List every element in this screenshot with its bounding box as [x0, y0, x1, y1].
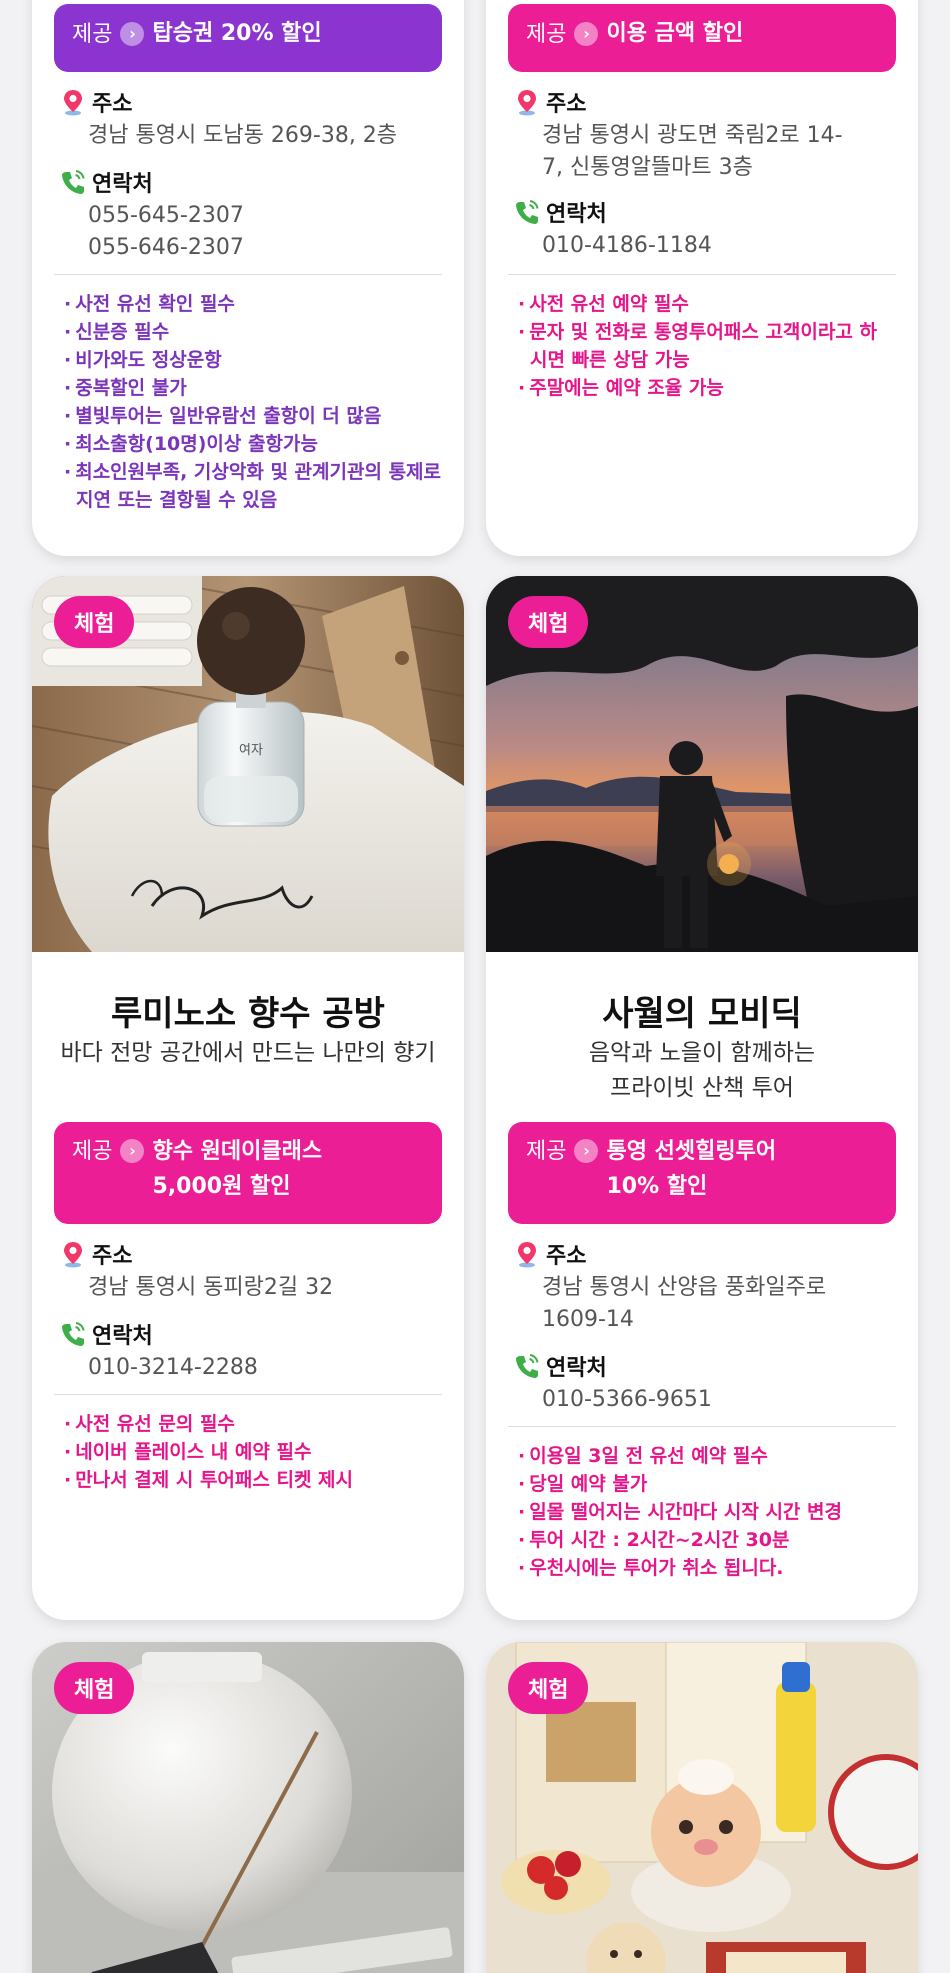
contact-value-1[interactable]: 010-4186-1184	[542, 230, 712, 262]
location-pin-icon	[60, 1240, 86, 1268]
contact-value-1[interactable]: 010-3214-2288	[88, 1352, 258, 1384]
partner-card-cruise[interactable]: 제공 › 탑승권 20% 할인 주소 경남 통영시 도남동 269-38, 2층 연…	[32, 0, 464, 556]
chevron-right-icon: ›	[120, 1139, 145, 1163]
note-item: 비가와도 정상운항	[62, 346, 442, 374]
chevron-right-icon: ›	[574, 22, 599, 46]
offer-banner: 제공 › 이용 금액 할인	[508, 4, 896, 72]
note-item: 이용일 3일 전 유선 예약 필수	[516, 1442, 896, 1470]
chevron-right-icon: ›	[120, 22, 145, 46]
divider	[54, 274, 442, 275]
category-badge: 체험	[508, 596, 589, 648]
offer-text-line2: 10% 할인	[606, 1174, 708, 1199]
place-subtitle-line1: 음악과 노을이 함께하는	[588, 1040, 816, 1066]
address-label: 주소	[514, 86, 586, 118]
note-item: 사전 유선 확인 필수	[62, 290, 442, 318]
divider	[54, 1394, 442, 1395]
offer-banner: 제공 › 통영 선셋힐링투어 10% 할인	[508, 1122, 896, 1224]
phone-icon	[514, 1352, 540, 1380]
place-subtitle-line2: 프라이빗 산책 투어	[610, 1075, 794, 1101]
notes-list: 사전 유선 문의 필수 네이버 플레이스 내 예약 필수 만나서 결제 시 투어…	[62, 1410, 442, 1494]
note-item: 신분증 필수	[62, 318, 442, 346]
phone-icon	[60, 168, 86, 196]
contact-label: 연락처	[60, 166, 153, 198]
note-item: 일몰 떨어지는 시간마다 시작 시간 변경	[516, 1498, 896, 1526]
offer-text-line1: 통영 선셋힐링투어	[606, 1139, 777, 1164]
partner-card-perfume[interactable]: 여자 체험 루미노소 향수 공방 바다 전망 공간에서 만드는 나만의 향기 제…	[32, 576, 464, 1620]
phone-icon	[60, 1320, 86, 1348]
address-label: 주소	[60, 1238, 132, 1270]
note-item: 최소출항(10명)이상 출항가능	[62, 430, 442, 458]
offer-text: 이용 금액 할인	[606, 21, 744, 46]
offer-text-line1: 향수 원데이클래스	[152, 1139, 323, 1164]
divider	[508, 274, 896, 275]
contact-label: 연락처	[514, 196, 607, 228]
notes-list: 사전 유선 예약 필수 문자 및 전화로 통영투어패스 고객이라고 하시면 빠른…	[516, 290, 878, 402]
address-value: 경남 통영시 산양읍 풍화일주로 1609-14	[542, 1275, 827, 1332]
note-item: 별빛투어는 일반유람선 출항이 더 많음	[62, 402, 442, 430]
partner-card-sunset-tour[interactable]: 체험 사월의 모비딕 음악과 노을이 함께하는 프라이빗 산책 투어 제공 › 통영…	[486, 576, 918, 1620]
place-title: 루미노소 향수 공방	[111, 994, 385, 1034]
note-item: 투어 시간 : 2시간~2시간 30분	[516, 1526, 896, 1554]
contact-value-1[interactable]: 010-5366-9651	[542, 1384, 712, 1416]
category-badge: 체험	[54, 1662, 135, 1714]
place-title: 사월의 모비딕	[602, 994, 802, 1034]
offer-label: 제공	[72, 1139, 113, 1164]
note-item: 최소인원부족, 기상악화 및 관계기관의 통제로 지연 또는 결항될 수 있음	[62, 458, 442, 514]
address-value: 경남 통영시 동피랑2길 32	[88, 1275, 334, 1300]
offer-label: 제공	[526, 1139, 567, 1164]
location-pin-icon	[60, 88, 86, 116]
contact-label: 연락처	[514, 1350, 607, 1382]
notes-list: 사전 유선 확인 필수 신분증 필수 비가와도 정상운항 중복할인 불가 별빛투…	[62, 290, 442, 514]
partner-card-incense[interactable]: 체험	[32, 1642, 464, 1973]
category-badge: 체험	[54, 596, 135, 648]
address-value: 경남 통영시 도남동 269-38, 2층	[88, 123, 398, 148]
notes-list: 이용일 3일 전 유선 예약 필수 당일 예약 불가 일몰 떨어지는 시간마다 …	[516, 1442, 896, 1582]
address-label: 주소	[514, 1238, 586, 1270]
note-item: 중복할인 불가	[62, 374, 442, 402]
note-item: 우천시에는 투어가 취소 됩니다.	[516, 1554, 896, 1582]
address-value: 경남 통영시 광도면 죽림2로 14-7, 신통영알뜰마트 3층	[542, 123, 843, 180]
address-label: 주소	[60, 86, 132, 118]
contact-value-1[interactable]: 055-645-2307	[88, 200, 244, 232]
divider	[508, 1426, 896, 1427]
note-item: 사전 유선 문의 필수	[62, 1410, 442, 1438]
note-item: 네이버 플레이스 내 예약 필수	[62, 1438, 442, 1466]
note-item: 만나서 결제 시 투어패스 티켓 제시	[62, 1466, 442, 1494]
contact-label: 연락처	[60, 1318, 153, 1350]
note-item: 사전 유선 예약 필수	[516, 290, 878, 318]
bottle-label: 여자	[239, 743, 263, 758]
place-subtitle: 바다 전망 공간에서 만드는 나만의 향기	[60, 1040, 436, 1066]
partner-card-store[interactable]: 제공 › 이용 금액 할인 주소 경남 통영시 광도면 죽림2로 14-7, 신통영…	[486, 0, 918, 556]
note-item: 문자 및 전화로 통영투어패스 고객이라고 하시면 빠른 상담 가능	[516, 318, 878, 374]
chevron-right-icon: ›	[574, 1139, 599, 1163]
offer-banner: 제공 › 향수 원데이클래스 5,000원 할인	[54, 1122, 442, 1224]
offer-banner: 제공 › 탑승권 20% 할인	[54, 4, 442, 72]
note-item: 당일 예약 불가	[516, 1470, 896, 1498]
offer-label: 제공	[526, 22, 567, 47]
offer-text: 탑승권 20% 할인	[152, 21, 322, 46]
location-pin-icon	[514, 88, 540, 116]
offer-text-line2: 5,000원 할인	[152, 1174, 291, 1199]
contact-value-2[interactable]: 055-646-2307	[88, 232, 244, 264]
phone-icon	[514, 198, 540, 226]
partner-card-dessert[interactable]: 체험	[486, 1642, 918, 1973]
offer-label: 제공	[72, 22, 113, 47]
note-item: 주말에는 예약 조율 가능	[516, 374, 878, 402]
category-badge: 체험	[508, 1662, 589, 1714]
location-pin-icon	[514, 1240, 540, 1268]
